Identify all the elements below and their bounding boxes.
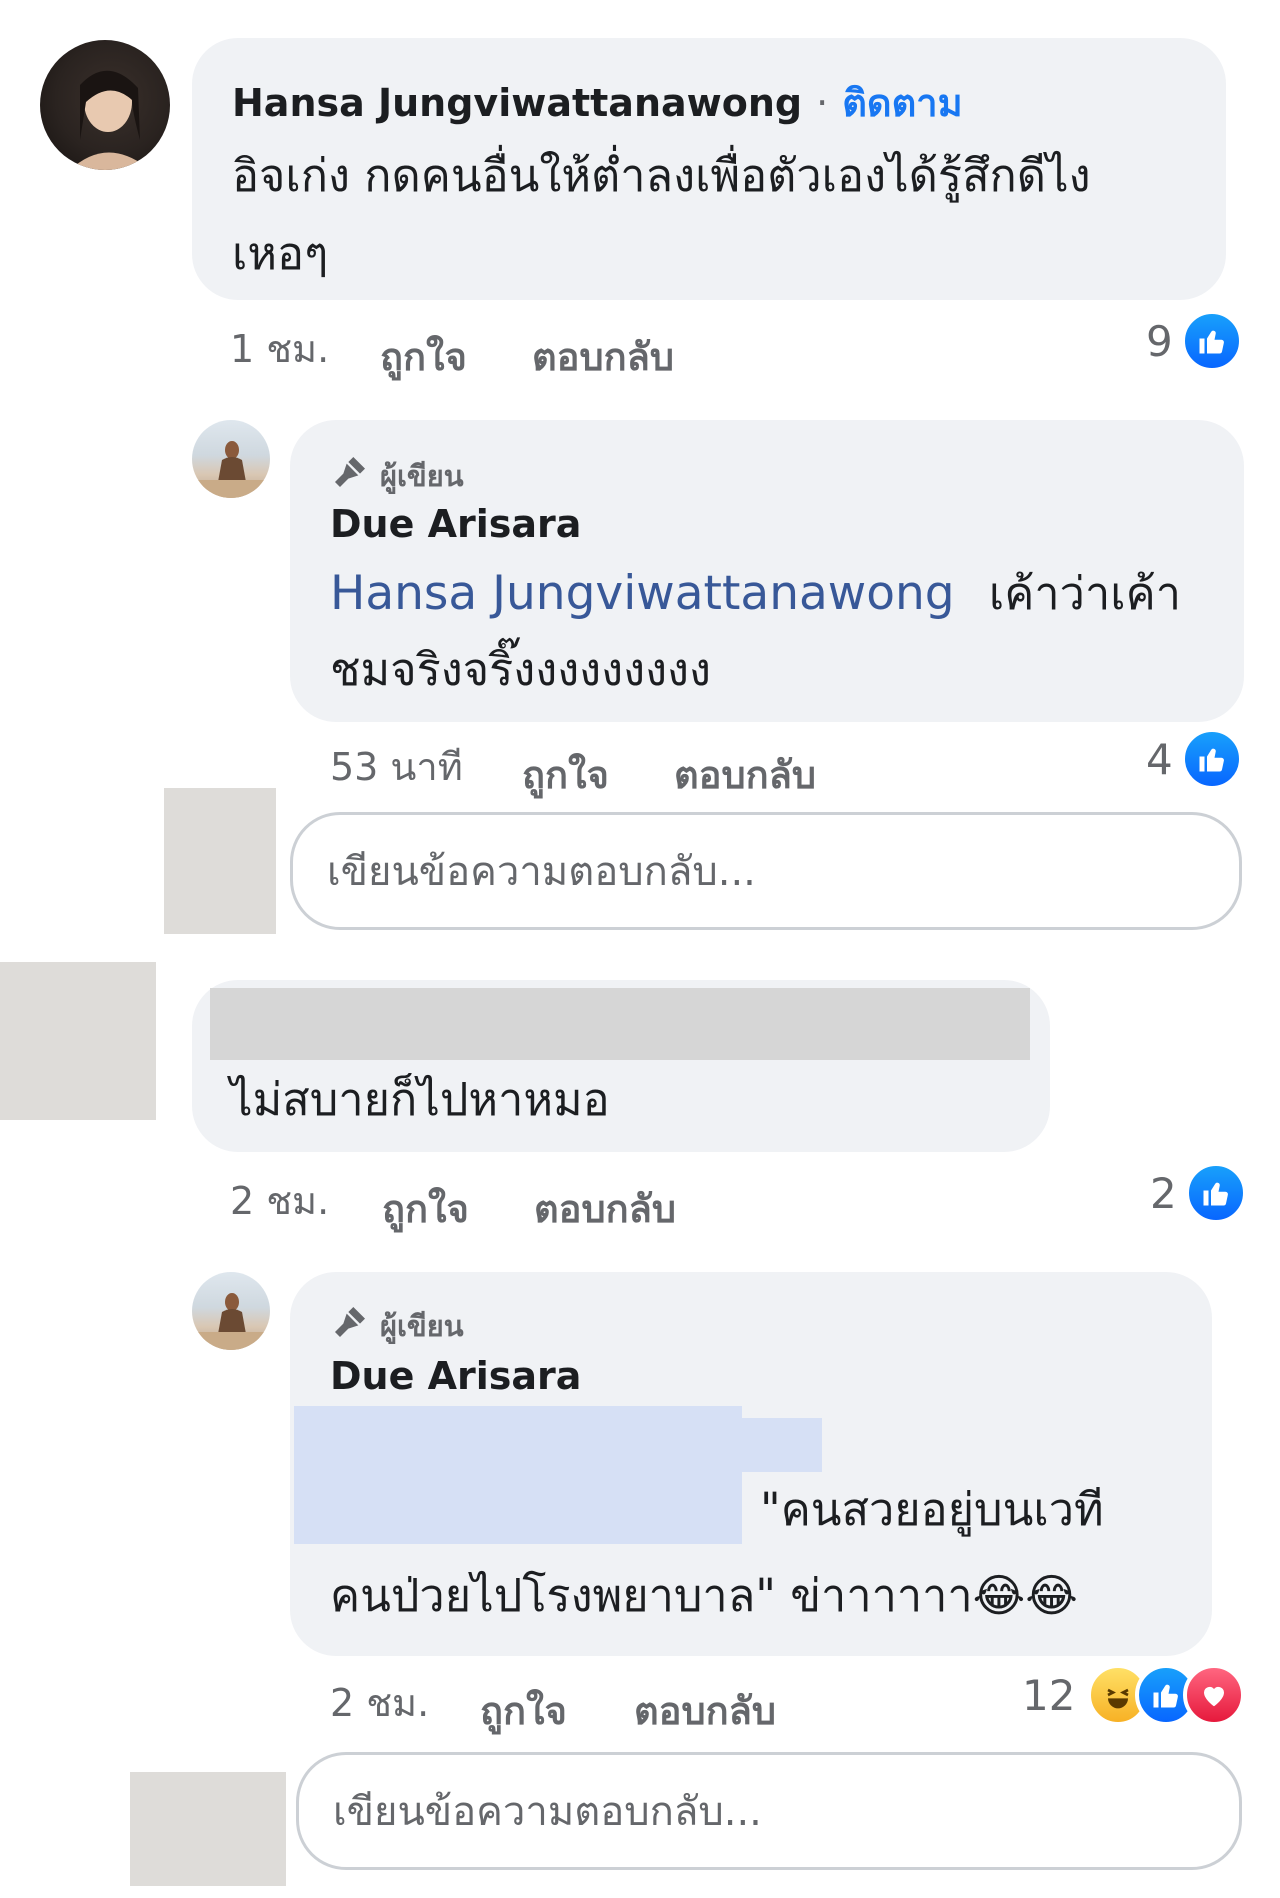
reaction-count: 12 <box>1022 1670 1076 1720</box>
reply-text-line2: ชมจริงจริ๊งงงงงงงงง <box>330 643 712 696</box>
comment-text-line2: เหอๆ <box>232 227 329 280</box>
comment-author[interactable]: Hansa Jungviwattanawong <box>232 81 802 125</box>
author-badge-label: ผู้เขียน <box>380 458 464 493</box>
comment-text-line1: อิจเก่ง กดคนอื่นให้ต่ำลงเพื่อตัวเองได้รู… <box>232 149 1091 202</box>
comment-text: ไม่สบายก็ไปหาหมอ <box>230 1073 610 1126</box>
reply-text-line1: เค้าว่าเค้า <box>988 567 1181 620</box>
like-icon <box>1184 1162 1247 1224</box>
microphone-icon <box>330 1302 370 1349</box>
reply-text-line2: คนป่วยไปโรงพยาบาล" ข่าาาาาา <box>330 1569 973 1622</box>
microphone-icon <box>330 452 370 499</box>
avatar[interactable] <box>192 420 270 498</box>
comment-time[interactable]: 2 ชม. <box>230 1170 329 1231</box>
author-badge: ผู้เขียน <box>330 1302 464 1349</box>
reply-button[interactable]: ตอบกลับ <box>674 744 816 805</box>
separator: · <box>816 80 829 125</box>
mention-link[interactable]: Hansa Jungviwattanawong <box>330 566 955 621</box>
redacted-avatar <box>164 788 276 934</box>
like-icon <box>1180 728 1243 790</box>
like-button[interactable]: ถูกใจ <box>522 744 609 805</box>
follow-link[interactable]: ติดตาม <box>842 72 962 133</box>
like-button[interactable]: ถูกใจ <box>380 326 467 387</box>
redacted-avatar <box>0 962 156 1120</box>
reply-text-line1: "คนสวยอยู่บนเวที <box>760 1483 1104 1536</box>
reply-button[interactable]: ตอบกลับ <box>634 1680 776 1741</box>
reaction-summary[interactable]: 4 <box>1146 728 1243 790</box>
reaction-summary[interactable]: 12 <box>1022 1664 1246 1726</box>
like-icon <box>1180 310 1243 372</box>
tears-of-joy-emoji: 😂😂 <box>972 1569 1078 1622</box>
reaction-summary[interactable]: 9 <box>1146 310 1243 372</box>
avatar[interactable] <box>40 40 170 170</box>
reaction-summary[interactable]: 2 <box>1150 1162 1247 1224</box>
love-icon <box>1183 1664 1246 1726</box>
comment-time[interactable]: 2 ชม. <box>330 1672 429 1733</box>
reaction-count: 2 <box>1150 1168 1177 1218</box>
redacted-avatar <box>130 1772 286 1886</box>
reply-button[interactable]: ตอบกลับ <box>532 326 674 387</box>
reaction-count: 4 <box>1146 734 1173 784</box>
reply-author[interactable]: Due Arisara <box>330 502 581 546</box>
reply-input-placeholder: เขียนข้อความตอบกลับ... <box>327 849 756 895</box>
author-badge: ผู้เขียน <box>330 452 464 499</box>
reply-author[interactable]: Due Arisara <box>330 1354 581 1398</box>
comment-time[interactable]: 1 ชม. <box>230 318 329 379</box>
reply-input[interactable]: เขียนข้อความตอบกลับ... <box>296 1752 1242 1870</box>
avatar[interactable] <box>192 1272 270 1350</box>
like-button[interactable]: ถูกใจ <box>480 1680 567 1741</box>
comment-time[interactable]: 53 นาที <box>330 736 463 797</box>
like-button[interactable]: ถูกใจ <box>382 1178 469 1239</box>
reply-button[interactable]: ตอบกลับ <box>534 1178 676 1239</box>
author-badge-label: ผู้เขียน <box>380 1308 464 1343</box>
redacted-mention <box>742 1418 822 1472</box>
redacted-author-name <box>210 988 1030 1060</box>
reply-input[interactable]: เขียนข้อความตอบกลับ... <box>290 812 1242 930</box>
reaction-count: 9 <box>1146 316 1173 366</box>
reply-input-placeholder: เขียนข้อความตอบกลับ... <box>333 1789 762 1835</box>
redacted-mention <box>294 1406 742 1544</box>
